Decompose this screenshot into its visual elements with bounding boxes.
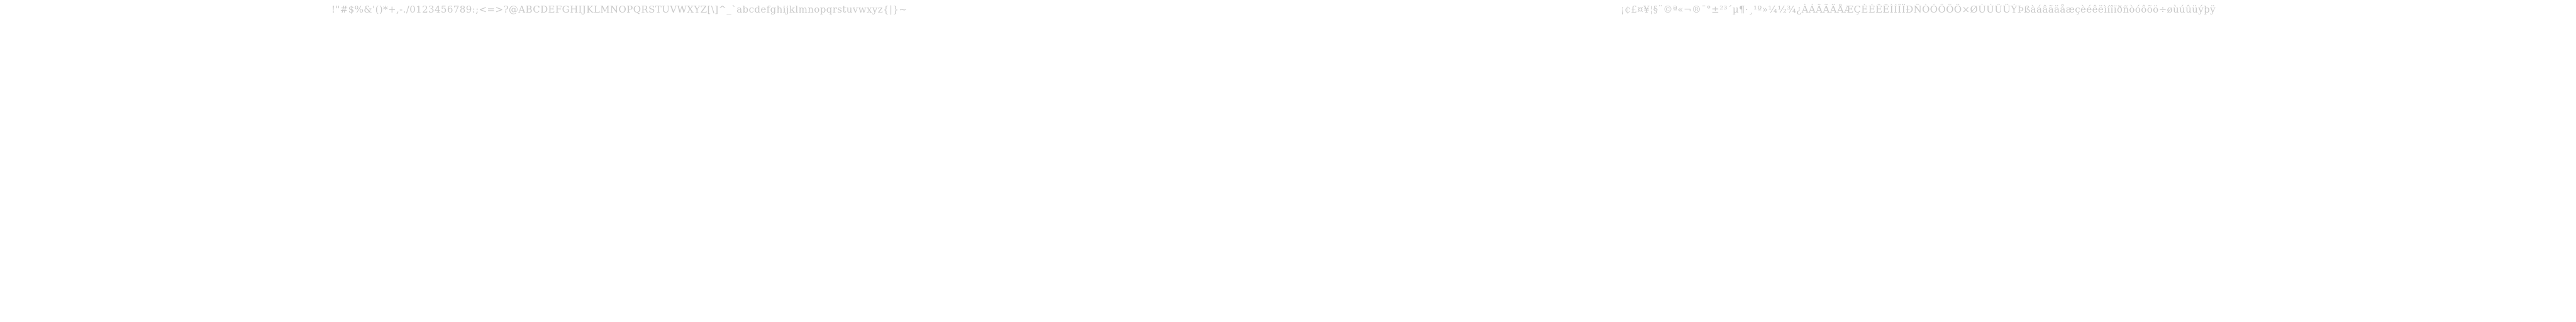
blank-canvas-area	[0, 20, 2576, 322]
latin1-glyph-row: ¡¢£¤¥¦§¨©ª«¬®¯°±²³´µ¶·¸¹º»¼½¾¿ÀÁÂÃÄÅÆÇÈÉ…	[1621, 4, 2216, 15]
ascii-glyph-row: !"#$%&'()*+,-./0123456789:;<=>?@ABCDEFGH…	[331, 4, 908, 15]
glyph-atlas-page: { "atlas": { "ascii_row": "!\"#$%&'()*+,…	[0, 0, 2576, 322]
